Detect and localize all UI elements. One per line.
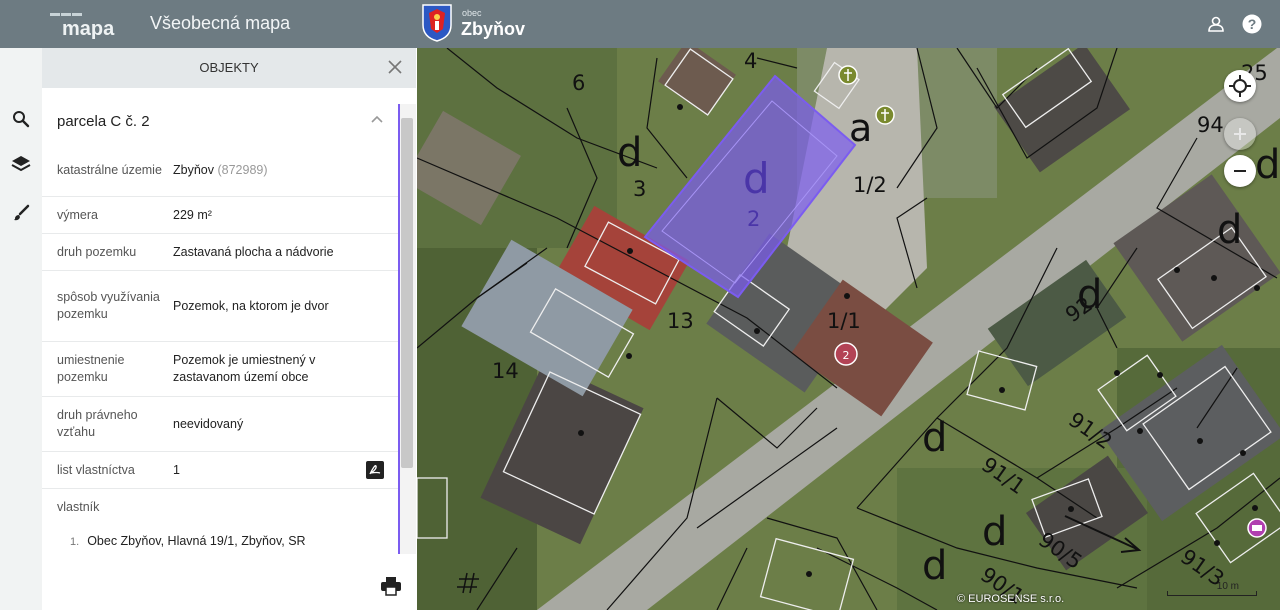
parcel-label: 2 [747, 207, 760, 231]
layers-button[interactable] [6, 148, 36, 178]
scrollbar-thumb[interactable] [401, 118, 413, 468]
attr-label: druh právneho vzťahu [57, 408, 138, 439]
parcel-label: 3 [633, 177, 646, 201]
attr-label: výmera [57, 207, 98, 222]
municipality-name: Zbyňov [461, 19, 526, 39]
building-number-marker[interactable]: 2 [834, 342, 858, 366]
panel-scrollbar[interactable] [398, 104, 416, 554]
draw-tool-button[interactable] [6, 198, 36, 228]
pdf-icon[interactable] [366, 461, 384, 479]
locate-me-button[interactable] [1224, 70, 1256, 102]
attr-value: Zastavaná plocha a nádvorie [173, 244, 334, 259]
layers-icon [11, 156, 31, 172]
parcel-label: 13 [667, 309, 694, 333]
brush-icon [14, 204, 30, 221]
attr-value: Pozemok, na ktorom je dvor [173, 298, 329, 313]
parcel-label: d [743, 154, 770, 203]
panel-title: OBJEKTY [199, 60, 259, 75]
parcel-label: d [1255, 142, 1280, 188]
attr-row-land-use: spôsob využívania pozemku Pozemok, na kt… [42, 271, 398, 342]
attr-label: list vlastníctva [57, 462, 135, 477]
scale-bar: 10 m [1167, 578, 1257, 598]
parcel-label: d [1217, 207, 1242, 253]
owner-item: 1. Obec Zbyňov, Hlavná 19/1, Zbyňov, SR [70, 534, 306, 548]
objects-panel: OBJEKTY parcela C č. 2 katastrálne územi… [42, 48, 416, 610]
panel-header: OBJEKTY [42, 48, 416, 88]
parcel-label: d [982, 509, 1007, 555]
map-copyright: © EUROSENSE s.r.o. [957, 593, 1065, 605]
hotel-icon[interactable] [1247, 518, 1267, 538]
attr-row-location: umiestnenie pozemku Pozemok je umiestnen… [42, 342, 398, 397]
parcel-label: a [849, 106, 872, 150]
attr-row-cadastral-area: katastrálne územie Zbyňov (872989) [42, 144, 398, 197]
crosshair-icon [1229, 75, 1251, 97]
parcel-label: d [922, 415, 947, 461]
attr-value: 1 [173, 462, 180, 477]
attr-value: Zbyňov (872989) [173, 162, 268, 177]
parcel-label: d [922, 543, 947, 589]
church-icon[interactable] [875, 105, 895, 125]
parcel-label: 14 [492, 359, 519, 383]
attr-row-legal-relation: druh právneho vzťahu neevidovaný [42, 397, 398, 452]
app-logo[interactable]: ▬▬▬ mapa [50, 6, 114, 42]
attr-label: umiestnenie pozemku [57, 353, 125, 384]
svg-text:?: ? [1248, 16, 1257, 32]
attr-label: vlastník [57, 499, 100, 514]
zoom-in-button[interactable] [1224, 118, 1256, 150]
attr-value: 229 m² [173, 207, 212, 222]
top-bar: ▬▬▬ mapa Všeobecná mapa obec Zbyňov ? [0, 0, 1280, 48]
parcel-label: 1/1 [827, 309, 861, 333]
plus-icon [1234, 128, 1246, 140]
chevron-up-icon[interactable] [370, 114, 384, 124]
minus-icon [1234, 170, 1246, 172]
search-icon [13, 111, 30, 128]
svg-text:2: 2 [843, 349, 850, 362]
parcel-label: 94 [1197, 113, 1224, 137]
attr-row-ownership-sheet: list vlastníctva 1 [42, 452, 398, 489]
parcel-attributes: katastrálne územie Zbyňov (872989) výmer… [42, 144, 398, 561]
search-button[interactable] [6, 104, 36, 134]
left-toolbar [0, 48, 42, 610]
parcel-label: 1/2 [853, 173, 887, 197]
church-icon[interactable] [838, 65, 858, 85]
attr-label: druh pozemku [57, 244, 137, 259]
parcel-label: d [1077, 272, 1102, 318]
logo-text: mapa [62, 18, 115, 40]
zoom-out-button[interactable] [1224, 155, 1256, 187]
attr-label: spôsob využívania pozemku [57, 290, 160, 321]
map-view[interactable]: 6 4 3 d 2 1/2 13 1/1 14 a d 25 94 d d 92… [417, 48, 1280, 610]
parcel-label: 6 [572, 71, 585, 95]
attr-value: neevidovaný [173, 416, 244, 431]
attr-label: katastrálne územie [57, 162, 162, 177]
parcel-title: parcela C č. 2 [57, 113, 150, 130]
selection-indicator [398, 104, 400, 554]
aerial-map[interactable]: 6 4 3 d 2 1/2 13 1/1 14 a d 25 94 d d 92… [417, 48, 1280, 610]
attr-row-area: výmera 229 m² [42, 197, 398, 234]
owner-list: 1. Obec Zbyňov, Hlavná 19/1, Zbyňov, SR [42, 525, 398, 561]
help-icon[interactable]: ? [1242, 14, 1262, 34]
parcel-header[interactable]: parcela C č. 2 [42, 104, 398, 140]
municipality-prefix: obec [462, 8, 482, 18]
app-title: Všeobecná mapa [150, 13, 291, 33]
attr-row-owner: vlastník [42, 489, 398, 525]
attr-row-land-type: druh pozemku Zastavaná plocha a nádvorie [42, 234, 398, 271]
parcel-label: d [617, 130, 642, 176]
coat-of-arms-icon [422, 4, 452, 42]
close-icon[interactable] [386, 58, 404, 76]
user-icon[interactable] [1206, 14, 1226, 34]
print-icon[interactable] [380, 576, 402, 596]
parcel-label: 4 [744, 49, 757, 73]
attr-value: Pozemok je umiestnený v zastavanom území… [173, 353, 316, 384]
